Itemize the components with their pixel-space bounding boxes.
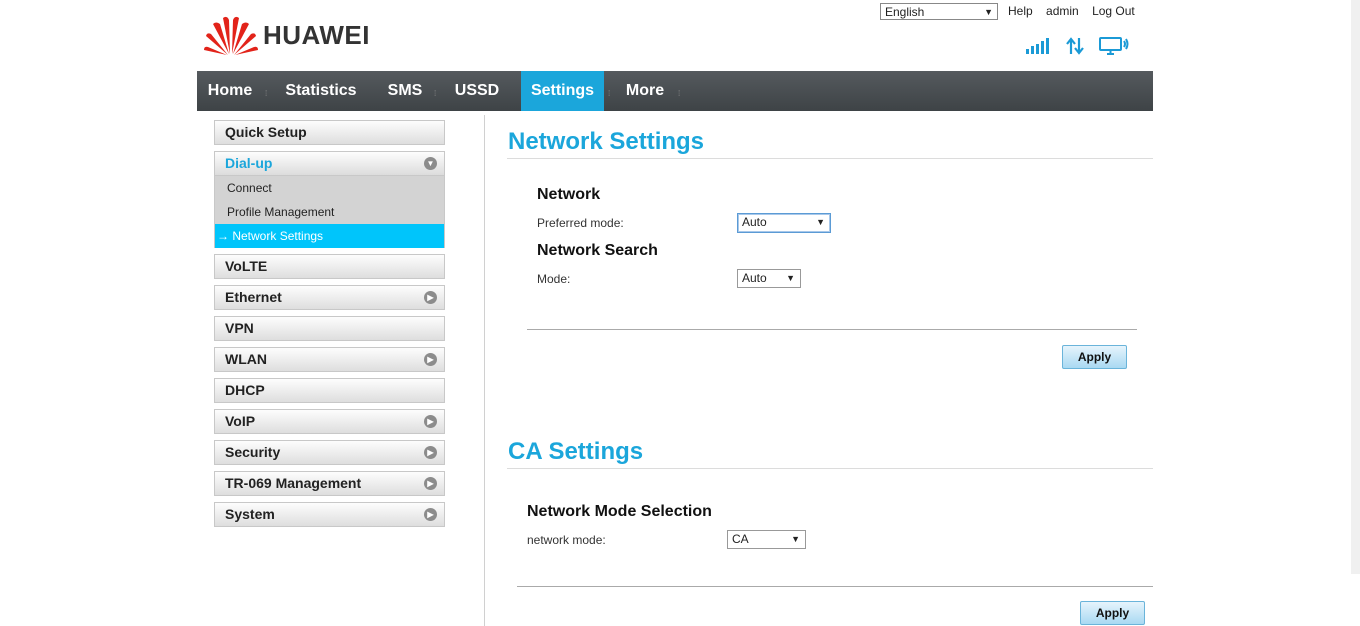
- sidebar-item-label: System: [225, 506, 275, 522]
- nav-sms[interactable]: SMS: [379, 71, 431, 111]
- huawei-petal-logo-icon: [204, 16, 258, 55]
- brand-name: HUAWEI: [263, 19, 370, 50]
- preferred-mode-select[interactable]: Auto ▼: [737, 213, 831, 233]
- search-mode-value: Auto: [742, 271, 767, 285]
- admin-link[interactable]: admin: [1046, 4, 1079, 18]
- page-header: HUAWEI English ▼ Help admin Log Out: [197, 0, 1153, 71]
- sidebar-item-label: WLAN: [225, 351, 267, 367]
- language-value: English: [885, 5, 925, 19]
- nav-separator: ⁞: [608, 89, 611, 98]
- sidebar-item-label: Ethernet: [225, 289, 282, 305]
- collapse-icon: ▼: [424, 157, 437, 170]
- sidebar-item-vpn[interactable]: VPN: [214, 316, 445, 341]
- sidebar-item-system[interactable]: System ▶: [214, 502, 445, 527]
- sidebar-item-label: DHCP: [225, 382, 265, 398]
- expand-icon: ▶: [424, 415, 437, 428]
- logout-link[interactable]: Log Out: [1092, 4, 1135, 18]
- content-divider: [484, 115, 485, 626]
- preferred-mode-label: Preferred mode:: [537, 216, 624, 230]
- search-mode-select[interactable]: Auto ▼: [737, 269, 801, 288]
- sidebar-item-voip[interactable]: VoIP ▶: [214, 409, 445, 434]
- sidebar-item-label: TR-069 Management: [225, 475, 362, 491]
- dropdown-arrow-icon: ▼: [816, 217, 825, 227]
- sidebar-item-ethernet[interactable]: Ethernet ▶: [214, 285, 445, 310]
- sidebar-item-label: VoLTE: [225, 258, 268, 274]
- language-select[interactable]: English ▼: [880, 3, 998, 20]
- page-scrollbar[interactable]: [1351, 0, 1360, 574]
- nav-separator: ⁞: [265, 89, 268, 98]
- nav-separator: ⁞: [434, 89, 437, 98]
- sidebar-item-dialup[interactable]: Dial-up ▼: [214, 151, 445, 176]
- expand-icon: ▶: [424, 291, 437, 304]
- sidebar-item-dhcp[interactable]: DHCP: [214, 378, 445, 403]
- sidebar-subitem-connect[interactable]: Connect: [215, 176, 444, 200]
- sidebar-group-dialup: Dial-up ▼ Connect Profile Management → N…: [214, 151, 445, 248]
- ca-settings-title: CA Settings: [508, 438, 644, 465]
- dropdown-arrow-icon: ▼: [984, 7, 993, 17]
- data-transfer-icon: [1065, 37, 1085, 60]
- nav-ussd[interactable]: USSD: [446, 71, 508, 111]
- nav-separator: ⁞: [678, 89, 681, 98]
- network-apply-button[interactable]: Apply: [1062, 345, 1127, 369]
- main-nav: Home ⁞ Statistics SMS ⁞ USSD Settings ⁞ …: [197, 71, 1153, 111]
- expand-icon: ▶: [424, 446, 437, 459]
- dropdown-arrow-icon: ▼: [791, 534, 800, 544]
- section-divider: [527, 329, 1137, 330]
- title-divider: [507, 468, 1153, 469]
- sidebar-item-volte[interactable]: VoLTE: [214, 254, 445, 279]
- ca-apply-button[interactable]: Apply: [1080, 601, 1145, 625]
- sidebar-subitem-network-settings[interactable]: → Network Settings: [215, 224, 444, 248]
- sidebar-item-label: Quick Setup: [225, 124, 307, 140]
- signal-icon: [1026, 38, 1051, 59]
- active-arrow-icon: →: [217, 229, 229, 243]
- sidebar-item-quick-setup[interactable]: Quick Setup: [214, 120, 445, 145]
- sidebar-item-label: Security: [225, 444, 281, 460]
- nav-settings[interactable]: Settings: [521, 71, 604, 111]
- expand-icon: ▶: [424, 353, 437, 366]
- sidebar-item-label: Dial-up: [225, 155, 273, 171]
- network-search-heading: Network Search: [537, 242, 658, 259]
- sidebar-item-wlan[interactable]: WLAN ▶: [214, 347, 445, 372]
- nav-home[interactable]: Home: [197, 71, 263, 111]
- expand-icon: ▶: [424, 477, 437, 490]
- monitor-icon: [1099, 37, 1129, 60]
- nav-statistics[interactable]: Statistics: [275, 71, 367, 111]
- section-divider: [517, 586, 1153, 587]
- sidebar-subitem-profile-management[interactable]: Profile Management: [215, 200, 444, 224]
- dialup-submenu: Connect Profile Management → Network Set…: [214, 176, 445, 248]
- settings-sidebar: Quick Setup Dial-up ▼ Connect Profile Ma…: [214, 120, 445, 533]
- network-mode-selection-heading: Network Mode Selection: [527, 503, 712, 520]
- sidebar-subitem-label: Network Settings: [232, 229, 324, 243]
- title-divider: [507, 158, 1153, 159]
- network-mode-select[interactable]: CA ▼: [727, 530, 806, 549]
- network-heading: Network: [537, 186, 601, 203]
- expand-icon: ▶: [424, 508, 437, 521]
- brand-logo: HUAWEI: [203, 14, 370, 56]
- network-mode-label: network mode:: [527, 533, 606, 547]
- sidebar-item-security[interactable]: Security ▶: [214, 440, 445, 465]
- sidebar-item-label: VPN: [225, 320, 254, 336]
- network-mode-value: CA: [732, 532, 749, 546]
- search-mode-label: Mode:: [537, 272, 571, 286]
- help-link[interactable]: Help: [1008, 4, 1033, 18]
- top-links: Help admin Log Out: [1008, 4, 1145, 18]
- sidebar-item-label: VoIP: [225, 413, 256, 429]
- sidebar-item-tr069[interactable]: TR-069 Management ▶: [214, 471, 445, 496]
- network-settings-title: Network Settings: [508, 128, 705, 155]
- preferred-mode-value: Auto: [742, 215, 767, 229]
- nav-more[interactable]: More: [617, 71, 673, 111]
- dropdown-arrow-icon: ▼: [786, 273, 795, 283]
- status-icons: [1026, 37, 1143, 60]
